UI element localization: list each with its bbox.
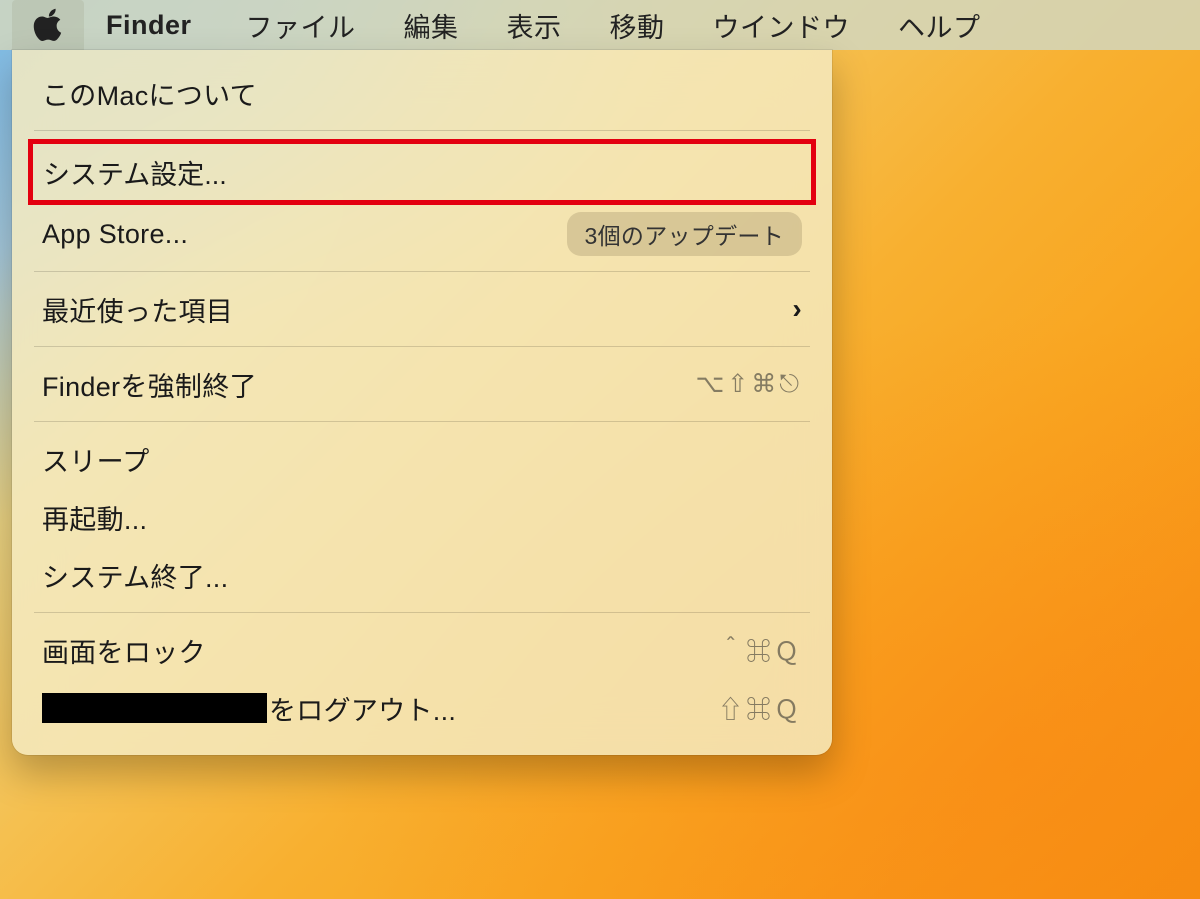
redacted-username bbox=[42, 693, 267, 723]
menu-window[interactable]: ウインドウ bbox=[689, 0, 875, 50]
menu-item-app-store[interactable]: App Store... 3個のアップデート bbox=[12, 205, 832, 263]
app-store-update-badge: 3個のアップデート bbox=[567, 212, 803, 256]
lock-screen-shortcut: ＾⌘Ｑ bbox=[718, 632, 802, 668]
apple-menu-logo[interactable] bbox=[12, 0, 84, 50]
logout-suffix: をログアウト... bbox=[269, 689, 456, 728]
menu-item-sleep[interactable]: スリープ bbox=[12, 430, 832, 488]
menu-item-logout[interactable]: をログアウト... ⇧⌘Ｑ bbox=[12, 679, 832, 737]
shutdown-label: システム終了... bbox=[42, 556, 228, 595]
menu-edit[interactable]: 編集 bbox=[380, 0, 483, 50]
menu-separator bbox=[34, 612, 810, 613]
menu-go[interactable]: 移動 bbox=[586, 0, 689, 50]
restart-label: 再起動... bbox=[42, 498, 147, 537]
force-quit-label: Finderを強制終了 bbox=[42, 365, 257, 404]
about-label: このMacについて bbox=[42, 74, 257, 113]
apple-menu-dropdown: このMacについて システム設定... App Store... 3個のアップデ… bbox=[12, 50, 832, 755]
menu-item-restart[interactable]: 再起動... bbox=[12, 488, 832, 546]
logout-label: をログアウト... bbox=[42, 689, 456, 728]
app-store-label: App Store... bbox=[42, 219, 188, 250]
menu-separator bbox=[34, 130, 810, 131]
menu-separator bbox=[34, 271, 810, 272]
menu-view[interactable]: 表示 bbox=[483, 0, 586, 50]
menu-item-force-quit[interactable]: Finderを強制終了 ⌥⇧⌘⎋ bbox=[12, 355, 832, 413]
apple-icon bbox=[33, 8, 63, 42]
menu-separator bbox=[34, 421, 810, 422]
lock-screen-label: 画面をロック bbox=[42, 631, 206, 670]
menu-item-system-settings[interactable]: システム設定... bbox=[28, 139, 816, 205]
menu-bar: Finder ファイル 編集 表示 移動 ウインドウ ヘルプ bbox=[0, 0, 1200, 50]
menu-app-name[interactable]: Finder bbox=[84, 0, 222, 50]
menu-item-about-this-mac[interactable]: このMacについて bbox=[12, 64, 832, 122]
system-settings-label: システム設定... bbox=[43, 153, 227, 192]
sleep-label: スリープ bbox=[42, 440, 150, 479]
chevron-right-icon: › bbox=[792, 293, 802, 325]
menu-separator bbox=[34, 346, 810, 347]
menu-item-shutdown[interactable]: システム終了... bbox=[12, 546, 832, 604]
recent-items-label: 最近使った項目 bbox=[42, 290, 233, 329]
logout-shortcut: ⇧⌘Ｑ bbox=[718, 690, 802, 726]
menu-file[interactable]: ファイル bbox=[222, 0, 380, 50]
force-quit-shortcut: ⌥⇧⌘⎋ bbox=[695, 369, 802, 399]
menu-item-recent-items[interactable]: 最近使った項目 › bbox=[12, 280, 832, 338]
menu-item-lock-screen[interactable]: 画面をロック ＾⌘Ｑ bbox=[12, 621, 832, 679]
menu-help[interactable]: ヘルプ bbox=[874, 0, 1005, 50]
